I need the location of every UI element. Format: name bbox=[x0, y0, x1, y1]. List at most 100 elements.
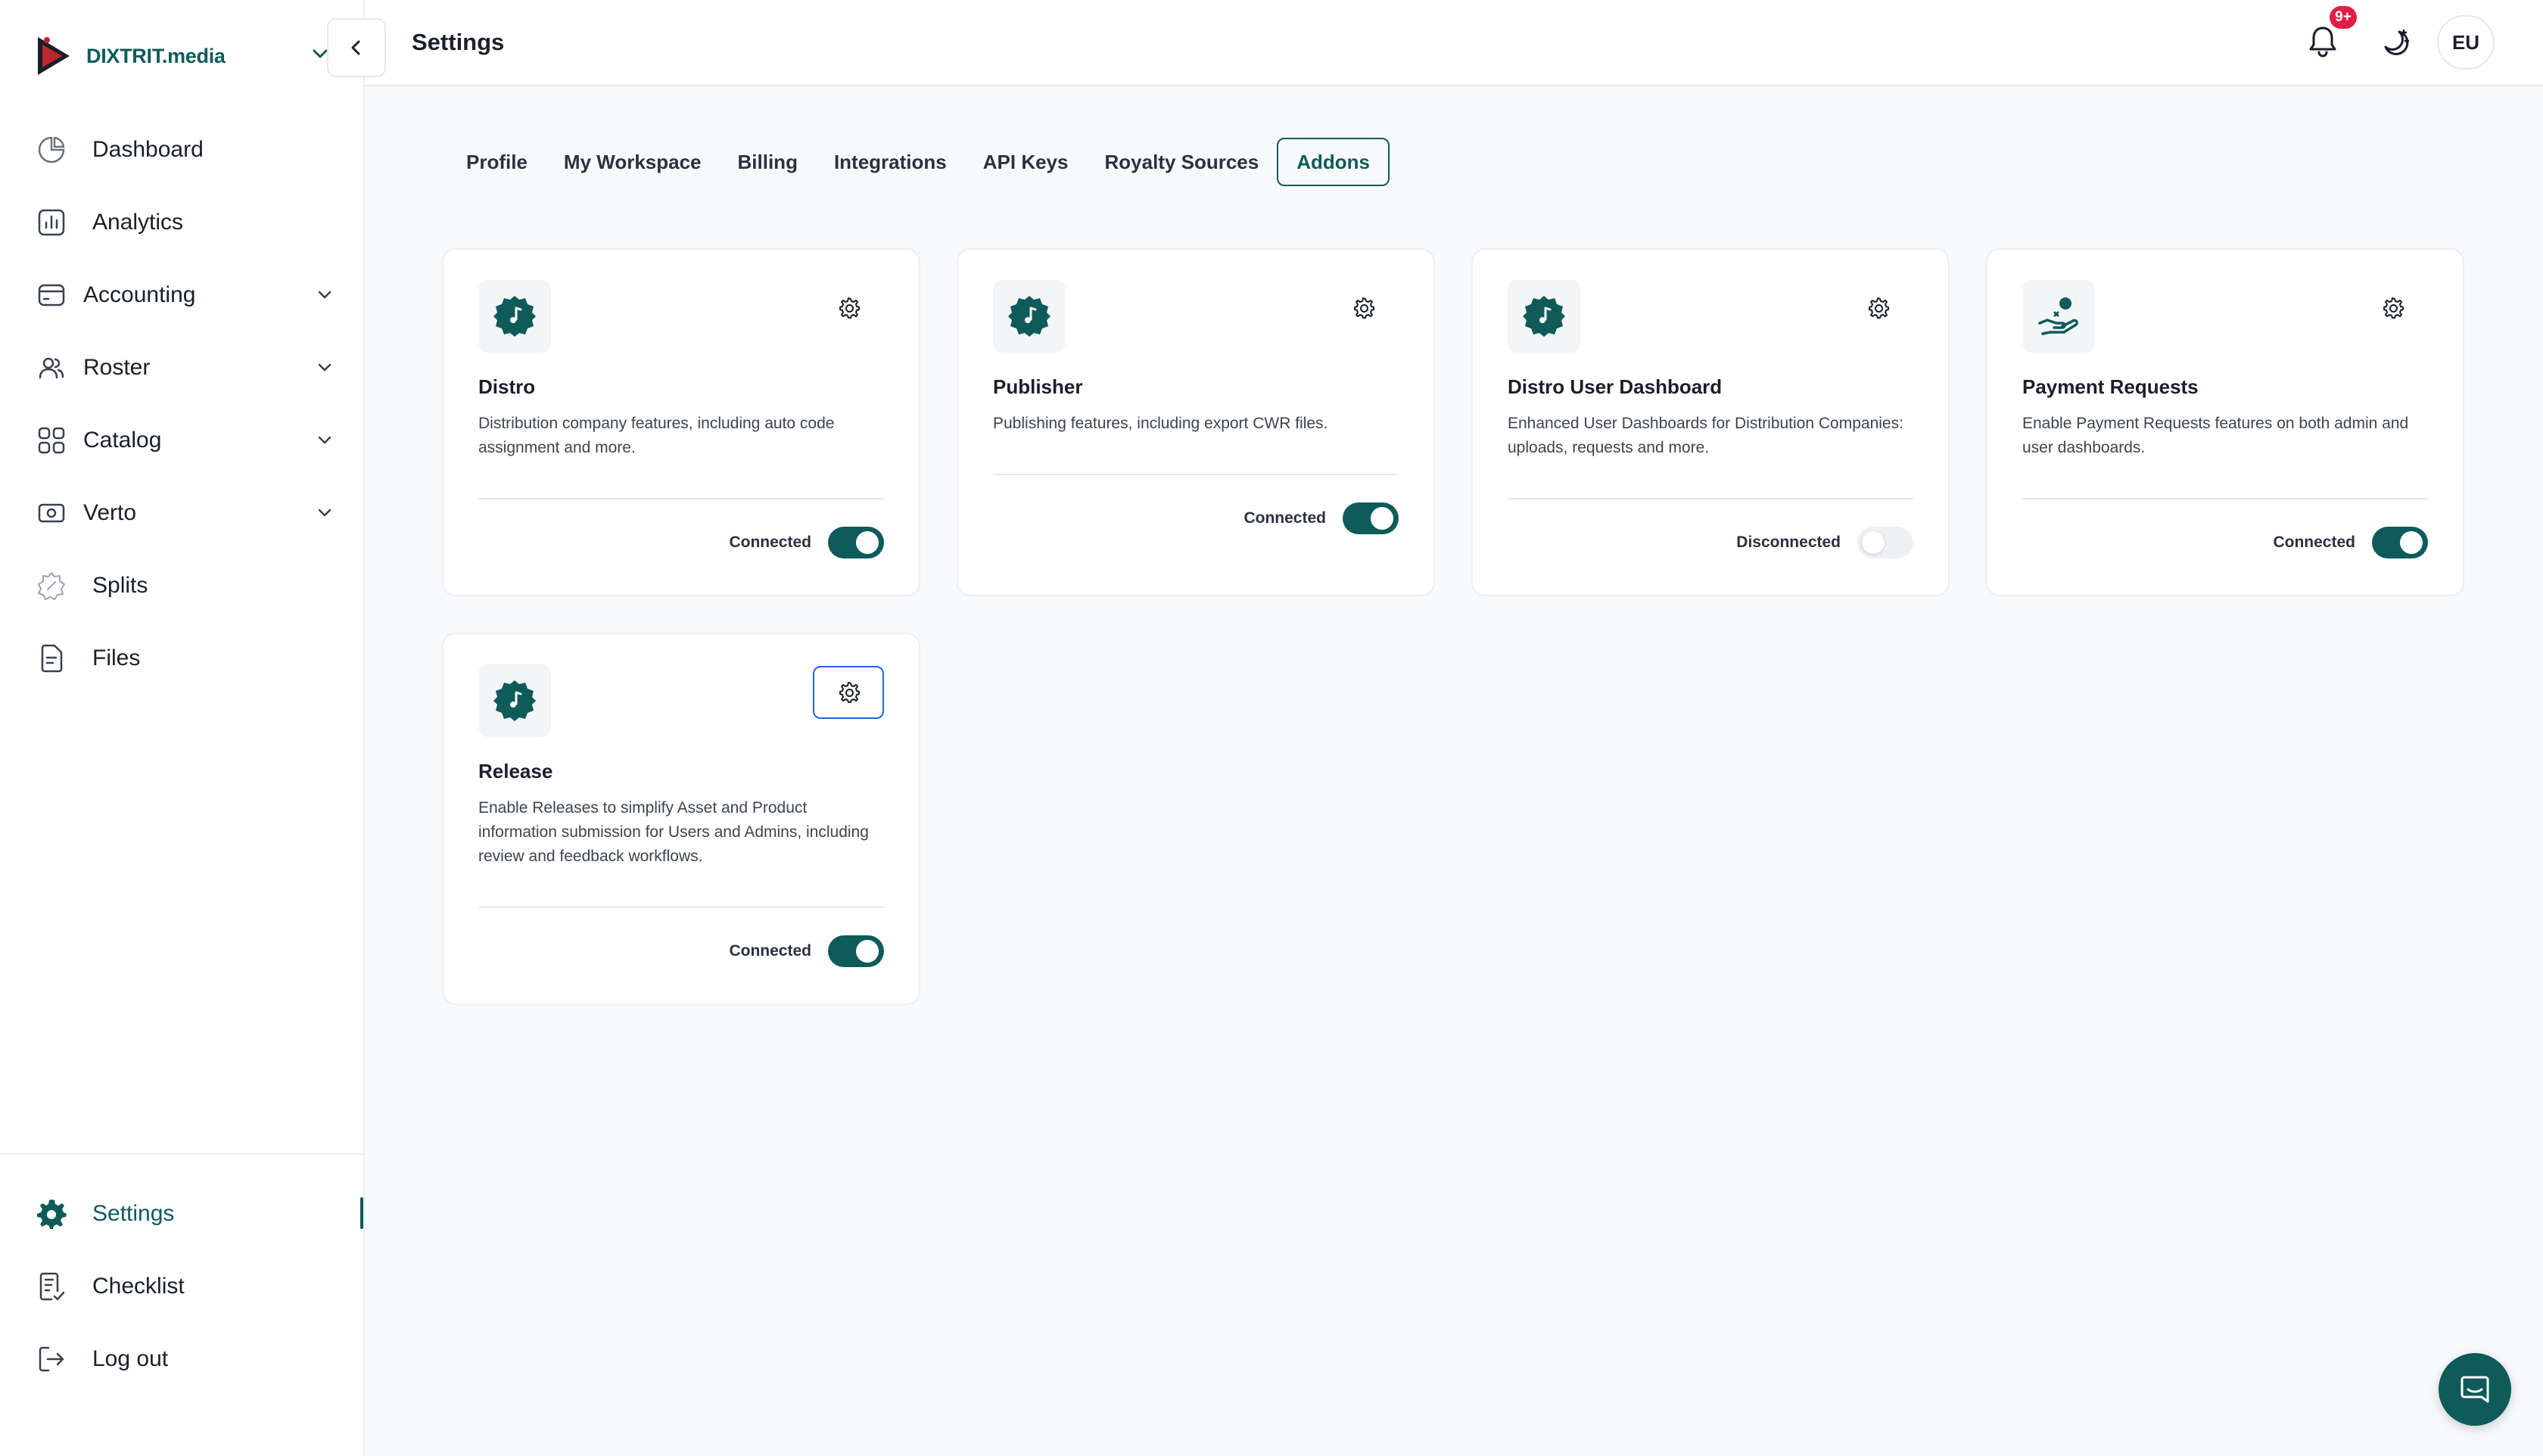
gear-icon bbox=[1354, 297, 1374, 319]
music-badge-icon bbox=[478, 664, 551, 737]
addon-description: Publishing features, including export CW… bbox=[993, 415, 1328, 432]
addon-title: Release bbox=[478, 760, 553, 782]
addon-card-payment-requests: Payment Requests Enable Payment Requests… bbox=[1986, 248, 2464, 596]
addon-status: Connected bbox=[1243, 509, 1326, 527]
chat-support-button[interactable] bbox=[2439, 1353, 2511, 1426]
sidebar-item-label: Splits bbox=[92, 573, 148, 598]
notifications-bell-icon[interactable] bbox=[2304, 23, 2342, 61]
music-badge-icon bbox=[1508, 280, 1580, 353]
sidebar-item-dashboard[interactable]: Dashboard bbox=[0, 114, 363, 186]
sidebar-item-settings[interactable]: Settings bbox=[0, 1178, 363, 1250]
music-badge-icon bbox=[993, 280, 1066, 353]
sidebar-item-files[interactable]: Files bbox=[0, 622, 363, 695]
sidebar-item-label: Accounting bbox=[83, 282, 196, 307]
sidebar-item-label: Dashboard bbox=[92, 137, 204, 162]
addon-status-row: Connected bbox=[729, 527, 884, 558]
top-bar: Settings 9+ EU bbox=[365, 0, 2543, 86]
gear-icon bbox=[839, 682, 860, 703]
addon-status: Disconnected bbox=[1736, 534, 1841, 551]
addon-status-row: Connected bbox=[729, 935, 884, 967]
sidebar-item-roster[interactable]: Roster bbox=[0, 331, 363, 404]
chevron-left-icon bbox=[351, 40, 360, 55]
addon-toggle[interactable] bbox=[1857, 527, 1913, 558]
toggle-knob bbox=[856, 940, 879, 963]
sidebar-item-label: Catalog bbox=[83, 428, 162, 453]
addon-status-row: Disconnected bbox=[1736, 527, 1913, 558]
addon-status: Connected bbox=[729, 534, 811, 551]
sidebar-item-verto[interactable]: Verto bbox=[0, 477, 363, 549]
user-avatar[interactable]: EU bbox=[2437, 15, 2495, 70]
grid-icon bbox=[35, 424, 68, 457]
sidebar-item-checklist[interactable]: Checklist bbox=[0, 1250, 363, 1323]
gear-icon bbox=[35, 1197, 68, 1230]
sidebar-item-label: Settings bbox=[92, 1201, 175, 1226]
sidebar-item-accounting[interactable]: Accounting bbox=[0, 259, 363, 331]
card-divider bbox=[993, 474, 1399, 475]
tab-addons[interactable]: Addons bbox=[1277, 138, 1390, 186]
tab-my-workspace[interactable]: My Workspace bbox=[546, 138, 720, 186]
brand[interactable]: DIXTRIT.media bbox=[32, 30, 226, 82]
addon-card-release: Release Enable Releases to simplify Asse… bbox=[442, 633, 920, 1005]
sidebar-item-analytics[interactable]: Analytics bbox=[0, 186, 363, 259]
collapse-sidebar-button[interactable] bbox=[327, 18, 386, 77]
card-divider bbox=[1508, 498, 1913, 499]
sidebar-item-logout[interactable]: Log out bbox=[0, 1323, 363, 1395]
checklist-icon bbox=[35, 1270, 68, 1303]
toggle-knob bbox=[856, 531, 879, 554]
gear-icon bbox=[839, 297, 860, 319]
toggle-knob bbox=[1371, 507, 1393, 530]
addon-card-distro-user-dashboard: Distro User Dashboard Enhanced User Dash… bbox=[1471, 248, 1950, 596]
addon-toggle[interactable] bbox=[1343, 502, 1399, 534]
addon-settings-button[interactable] bbox=[813, 282, 884, 334]
addon-settings-button[interactable] bbox=[813, 666, 884, 719]
card-divider bbox=[2022, 498, 2428, 499]
brand-logo-icon bbox=[38, 37, 70, 75]
gear-icon bbox=[1869, 297, 1889, 319]
theme-toggle-moon-icon[interactable] bbox=[2376, 24, 2414, 62]
addon-settings-button[interactable] bbox=[2357, 282, 2428, 334]
users-icon bbox=[35, 351, 68, 384]
active-indicator bbox=[360, 1197, 363, 1229]
addon-card-publisher: Publisher Publishing features, including… bbox=[957, 248, 1435, 596]
toggle-knob bbox=[2400, 531, 2423, 554]
tab-integrations[interactable]: Integrations bbox=[816, 138, 965, 186]
sidebar-item-label: Analytics bbox=[92, 210, 184, 235]
chevron-down-icon bbox=[318, 436, 331, 444]
addon-description: Enable Releases to simplify Asset and Pr… bbox=[478, 799, 869, 865]
file-icon bbox=[35, 642, 68, 675]
addon-title: Distro bbox=[478, 375, 536, 398]
sidebar-item-label: Roster bbox=[83, 355, 151, 380]
chevron-down-icon bbox=[318, 291, 331, 299]
addon-description: Enable Payment Requests features on both… bbox=[2022, 415, 2409, 456]
sidebar-item-label: Verto bbox=[83, 500, 137, 525]
addon-status-row: Connected bbox=[2273, 527, 2428, 558]
record-icon bbox=[35, 496, 68, 530]
page-title: Settings bbox=[412, 29, 505, 55]
sidebar-item-catalog[interactable]: Catalog bbox=[0, 404, 363, 477]
split-icon bbox=[35, 569, 68, 602]
addon-settings-button[interactable] bbox=[1842, 282, 1913, 334]
addon-toggle[interactable] bbox=[828, 527, 884, 558]
card-divider bbox=[478, 498, 884, 499]
tab-royalty-sources[interactable]: Royalty Sources bbox=[1086, 138, 1277, 186]
sidebar-nav: Dashboard Analytics Accounting Roster Ca… bbox=[0, 114, 363, 695]
addon-settings-button[interactable] bbox=[1328, 282, 1399, 334]
sidebar-item-label: Log out bbox=[92, 1346, 169, 1371]
gear-icon bbox=[2383, 297, 2404, 319]
toggle-knob bbox=[1862, 531, 1885, 554]
addon-status: Connected bbox=[729, 942, 811, 960]
settings-tabs: Profile My Workspace Billing Integration… bbox=[448, 138, 1390, 186]
card-divider bbox=[478, 907, 884, 908]
logout-icon bbox=[35, 1342, 68, 1376]
addon-description: Enhanced User Dashboards for Distributio… bbox=[1508, 415, 1903, 456]
tab-billing[interactable]: Billing bbox=[720, 138, 816, 186]
music-badge-icon bbox=[478, 280, 551, 353]
addon-status: Connected bbox=[2273, 534, 2355, 551]
tab-api-keys[interactable]: API Keys bbox=[965, 138, 1087, 186]
tab-profile[interactable]: Profile bbox=[448, 138, 546, 186]
addon-toggle[interactable] bbox=[2372, 527, 2428, 558]
addon-toggle[interactable] bbox=[828, 935, 884, 967]
wallet-icon bbox=[35, 278, 68, 312]
sidebar-item-splits[interactable]: Splits bbox=[0, 549, 363, 622]
bar-chart-icon bbox=[35, 206, 68, 239]
